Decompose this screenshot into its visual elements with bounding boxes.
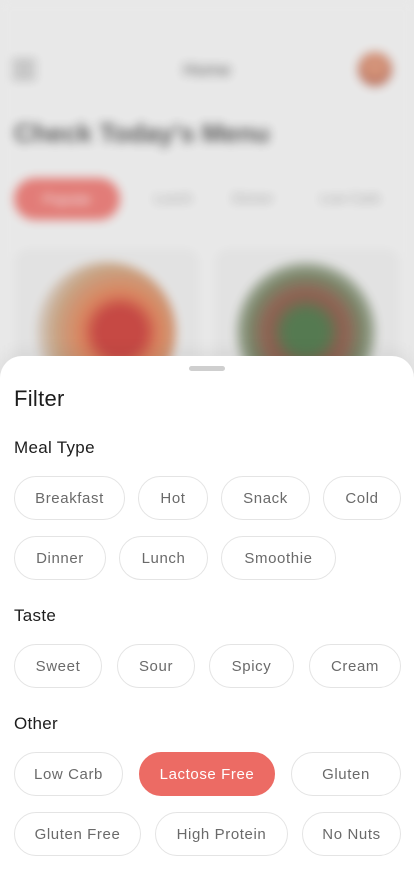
chip-low-carb[interactable]: Low Carb bbox=[14, 752, 123, 796]
chip-cold[interactable]: Cold bbox=[323, 476, 401, 520]
chip-breakfast[interactable]: Breakfast bbox=[14, 476, 125, 520]
sheet-title: Filter bbox=[14, 386, 65, 411]
chip-smoothie[interactable]: Smoothie bbox=[221, 536, 336, 580]
chip-spicy[interactable]: Spicy bbox=[209, 644, 294, 688]
chip-snack[interactable]: Snack bbox=[221, 476, 310, 520]
screen: Home Check Today's Menu Popular Lunch Di… bbox=[0, 0, 414, 896]
chip-hot[interactable]: Hot bbox=[138, 476, 208, 520]
chip-gluten[interactable]: Gluten bbox=[291, 752, 401, 796]
chip-sweet[interactable]: Sweet bbox=[14, 644, 102, 688]
filter-sheet: Filter Meal Type Breakfast Hot Snack Col… bbox=[0, 356, 414, 896]
chip-dinner[interactable]: Dinner bbox=[14, 536, 106, 580]
chip-cream[interactable]: Cream bbox=[309, 644, 401, 688]
chip-high-protein[interactable]: High Protein bbox=[155, 812, 288, 856]
chip-lactose-free[interactable]: Lactose Free bbox=[139, 752, 275, 796]
drag-handle[interactable] bbox=[189, 366, 225, 371]
section-title-taste: Taste bbox=[14, 606, 57, 625]
chip-no-nuts[interactable]: No Nuts bbox=[302, 812, 401, 856]
section-title-meal-type: Meal Type bbox=[14, 438, 95, 457]
chip-lunch[interactable]: Lunch bbox=[119, 536, 208, 580]
section-title-other: Other bbox=[14, 714, 59, 733]
chip-sour[interactable]: Sour bbox=[117, 644, 195, 688]
chip-gluten-free[interactable]: Gluten Free bbox=[14, 812, 141, 856]
